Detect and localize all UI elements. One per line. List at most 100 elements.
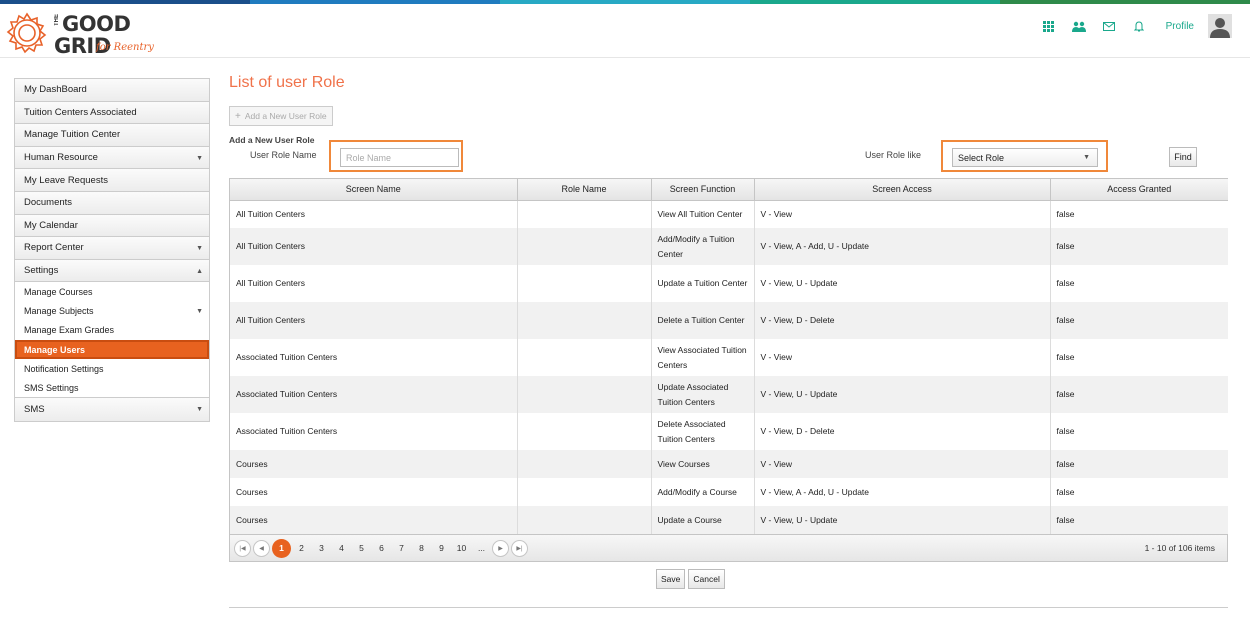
profile-link[interactable]: Profile (1166, 21, 1194, 32)
cell-screen-access: V - View (754, 339, 1051, 376)
table-row[interactable]: Courses View Courses V - View false (230, 450, 1228, 478)
cell-role-name (517, 478, 652, 506)
cell-screen-access: V - View, D - Delete (754, 413, 1051, 450)
sidebar-item-label: My Leave Requests (24, 174, 108, 186)
table-row[interactable]: Courses Update a Course V - View, U - Up… (230, 506, 1228, 534)
cell-screen-function: Delete Associated Tuition Centers (651, 413, 755, 450)
chevron-down-icon: ▼ (196, 307, 203, 315)
sidebar-subitem-sms-settings[interactable]: SMS Settings (15, 378, 209, 398)
save-button[interactable]: Save (656, 569, 686, 589)
cell-access-granted: false (1050, 478, 1228, 506)
prev-page-icon[interactable]: ◀ (253, 539, 270, 557)
sidebar-item-documents[interactable]: Documents (15, 191, 209, 215)
cell-screen-name: Associated Tuition Centers (230, 339, 518, 376)
table-row[interactable]: Associated Tuition Centers Update Associ… (230, 376, 1228, 413)
role-select[interactable]: Select Role ▼ (952, 148, 1098, 167)
sidebar-item-my-calendar[interactable]: My Calendar (15, 214, 209, 238)
cell-access-granted: false (1050, 413, 1228, 450)
sidebar-item-label: Documents (24, 197, 73, 209)
sidebar-subitem-manage-courses[interactable]: Manage Courses (15, 282, 209, 302)
cell-screen-name: Associated Tuition Centers (230, 376, 518, 413)
cell-access-granted: false (1050, 450, 1228, 478)
sidebar-item-sms[interactable]: SMS ▼ (15, 398, 209, 422)
form-actions: Save Cancel (656, 569, 725, 589)
header: THE GOOD GRID for Reentry Profile (0, 4, 1250, 58)
add-role-heading: Add a New User Role (229, 135, 315, 145)
page-number[interactable]: 6 (372, 539, 391, 558)
chevron-down-icon: ▼ (196, 154, 203, 162)
cell-role-name (517, 339, 652, 376)
table-row[interactable]: All Tuition Centers Add/Modify a Tuition… (230, 228, 1228, 265)
find-button[interactable]: Find (1169, 147, 1197, 167)
table-row[interactable]: All Tuition Centers View All Tuition Cen… (230, 200, 1228, 228)
sidebar-item-dashboard[interactable]: My DashBoard (15, 79, 209, 102)
column-header-screen-access[interactable]: Screen Access (754, 179, 1051, 201)
sidebar-item-my-leave-requests[interactable]: My Leave Requests (15, 169, 209, 192)
cell-screen-function: Add/Modify a Tuition Center (651, 228, 755, 265)
page-number[interactable]: 9 (432, 539, 451, 558)
page-number[interactable]: 7 (392, 539, 411, 558)
add-user-role-button[interactable]: + Add a New User Role (229, 106, 333, 126)
avatar[interactable] (1208, 14, 1232, 38)
next-page-icon[interactable]: ▶ (492, 539, 509, 557)
page-number[interactable]: 3 (312, 539, 331, 558)
sidebar-subitem-manage-subjects[interactable]: Manage Subjects ▼ (15, 301, 209, 321)
last-page-icon[interactable]: ▶| (511, 539, 528, 557)
page-title: List of user Role (229, 74, 345, 91)
logo-tagline: for Reentry (96, 42, 154, 53)
page-more[interactable]: ... (472, 539, 491, 558)
mail-icon[interactable] (1094, 15, 1124, 37)
page-number[interactable]: 4 (332, 539, 351, 558)
page-number[interactable]: 5 (352, 539, 371, 558)
pager-info: 1 - 10 of 106 items (1144, 543, 1215, 553)
table-row[interactable]: Associated Tuition Centers View Associat… (230, 339, 1228, 376)
table-row[interactable]: Courses Add/Modify a Course V - View, A … (230, 478, 1228, 506)
sidebar-subitem-notification-settings[interactable]: Notification Settings (15, 359, 209, 379)
apps-grid-icon[interactable] (1034, 15, 1064, 37)
cell-screen-function: View Courses (651, 450, 755, 478)
sidebar-item-label: SMS (24, 404, 45, 416)
table-row[interactable]: All Tuition Centers Update a Tuition Cen… (230, 265, 1228, 302)
cell-screen-access: V - View (754, 450, 1051, 478)
pager: |◀ ◀ 1 2 3 4 5 6 7 8 9 10 ... ▶ ▶| 1 - 1… (230, 534, 1227, 561)
sidebar-item-tuition-centers-associated[interactable]: Tuition Centers Associated (15, 101, 209, 125)
cell-screen-function: Update a Tuition Center (651, 265, 755, 302)
page-number[interactable]: 8 (412, 539, 431, 558)
sidebar-item-settings[interactable]: Settings ▲ (15, 259, 209, 283)
sidebar-item-label: Human Resource (24, 152, 98, 164)
sidebar-item-label: Tuition Centers Associated (24, 106, 137, 118)
page-number-current[interactable]: 1 (272, 538, 291, 558)
sidebar-item-manage-tuition-center[interactable]: Manage Tuition Center (15, 124, 209, 147)
sidebar-item-label: My Calendar (24, 219, 78, 231)
bell-icon[interactable] (1124, 15, 1154, 37)
column-header-screen-name[interactable]: Screen Name (230, 179, 518, 201)
page-number[interactable]: 2 (292, 539, 311, 558)
roles-grid: Screen Name Role Name Screen Function Sc… (229, 178, 1228, 562)
cancel-button[interactable]: Cancel (688, 569, 725, 589)
sidebar-item-human-resource[interactable]: Human Resource ▼ (15, 146, 209, 170)
sidebar-item-label: My DashBoard (24, 84, 87, 96)
first-page-icon[interactable]: |◀ (234, 539, 251, 557)
table-row[interactable]: Associated Tuition Centers Delete Associ… (230, 413, 1228, 450)
page-number[interactable]: 10 (452, 539, 471, 558)
sidebar-subitem-manage-users[interactable]: Manage Users (15, 339, 209, 360)
column-header-screen-function[interactable]: Screen Function (651, 179, 755, 201)
logo[interactable]: THE GOOD GRID for Reentry (4, 10, 164, 60)
sidebar-subitem-manage-exam-grades[interactable]: Manage Exam Grades (15, 320, 209, 340)
chevron-up-icon: ▲ (196, 267, 203, 275)
sidebar-item-report-center[interactable]: Report Center ▼ (15, 237, 209, 260)
column-header-role-name[interactable]: Role Name (517, 179, 652, 201)
cell-access-granted: false (1050, 376, 1228, 413)
cell-screen-name: All Tuition Centers (230, 200, 518, 228)
sidebar-item-label: Manage Tuition Center (24, 129, 121, 141)
cell-access-granted: false (1050, 302, 1228, 339)
sidebar-subitem-label: SMS Settings (24, 382, 79, 393)
role-select-highlight: Select Role ▼ (941, 140, 1108, 172)
table-row[interactable]: All Tuition Centers Delete a Tuition Cen… (230, 302, 1228, 339)
column-header-access-granted[interactable]: Access Granted (1050, 179, 1228, 201)
settings-submenu: Manage Courses Manage Subjects ▼ Manage E… (15, 282, 209, 399)
cell-screen-function: View Associated Tuition Centers (651, 339, 755, 376)
users-icon[interactable] (1064, 15, 1094, 37)
cell-role-name (517, 302, 652, 339)
role-name-input[interactable]: Role Name (340, 148, 459, 167)
